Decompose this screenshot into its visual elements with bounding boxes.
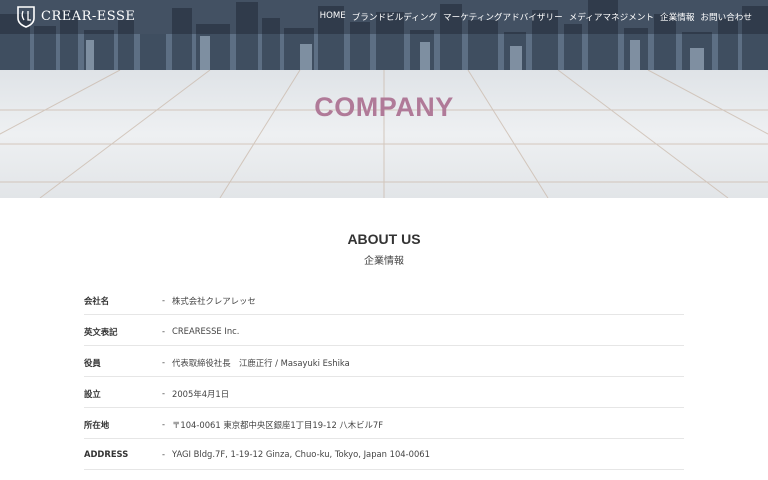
row-value: 代表取締役社長 江鹿正行 / Masayuki Eshika bbox=[172, 358, 350, 368]
table-row: ADDRESS - YAGI Bldg.7F, 1-19-12 Ginza, C… bbox=[84, 439, 684, 470]
row-label: ADDRESS bbox=[84, 449, 129, 459]
table-row: 英文表記 - CREARESSE Inc. bbox=[84, 315, 684, 346]
table-row: 所在地 - 〒104-0061 東京都中央区銀座1丁目19-12 八木ビル7F bbox=[84, 408, 684, 439]
row-value: 2005年4月1日 bbox=[172, 389, 230, 399]
row-label: 役員 bbox=[84, 358, 101, 368]
brand-logo[interactable]: CREAR-ESSE bbox=[16, 4, 135, 28]
nav-item-brand-building[interactable]: ブランドビルディング bbox=[352, 11, 437, 23]
section-subtitle: 企業情報 bbox=[364, 256, 404, 267]
row-separator: - bbox=[162, 388, 166, 398]
row-separator: - bbox=[162, 326, 166, 336]
row-separator: - bbox=[162, 295, 166, 305]
company-info-table: 会社名 - 株式会社クレアレッセ 英文表記 - CREARESSE Inc. 役… bbox=[84, 284, 684, 470]
row-separator: - bbox=[162, 449, 166, 459]
nav-item-company[interactable]: 企業情報 bbox=[660, 11, 694, 23]
marble-floor-image bbox=[0, 70, 768, 198]
row-label: 会社名 bbox=[84, 296, 110, 306]
row-value: YAGI Bldg.7F, 1-19-12 Ginza, Chuo-ku, To… bbox=[172, 449, 430, 459]
section-title: ABOUT US bbox=[347, 231, 421, 247]
hero-title: COMPANY bbox=[314, 92, 454, 122]
table-row: 設立 - 2005年4月1日 bbox=[84, 377, 684, 408]
row-value: 〒104-0061 東京都中央区銀座1丁目19-12 八木ビル7F bbox=[172, 420, 384, 430]
nav-item-home[interactable]: HOME bbox=[320, 11, 346, 23]
nav-item-marketing-advisory[interactable]: マーケティングアドバイザリー bbox=[443, 11, 563, 23]
row-label: 英文表記 bbox=[84, 327, 118, 337]
row-separator: - bbox=[162, 357, 166, 367]
row-separator: - bbox=[162, 419, 166, 429]
nav-item-media-management[interactable]: メディアマネジメント bbox=[569, 11, 654, 23]
header-bar: CREAR-ESSE HOME ブランドビルディング マーケティングアドバイザリ… bbox=[0, 0, 768, 34]
row-value: CREARESSE Inc. bbox=[172, 326, 240, 336]
crest-icon bbox=[17, 6, 35, 28]
main-nav: HOME ブランドビルディング マーケティングアドバイザリー メディアマネジメン… bbox=[320, 11, 752, 23]
brand-name: CREAR-ESSE bbox=[41, 8, 136, 24]
table-row: 役員 - 代表取締役社長 江鹿正行 / Masayuki Eshika bbox=[84, 346, 684, 377]
row-value: 株式会社クレアレッセ bbox=[172, 296, 256, 306]
row-label: 所在地 bbox=[84, 420, 110, 430]
hero-banner: CREAR-ESSE HOME ブランドビルディング マーケティングアドバイザリ… bbox=[0, 0, 768, 198]
table-row: 会社名 - 株式会社クレアレッセ bbox=[84, 284, 684, 315]
nav-item-contact[interactable]: お問い合わせ bbox=[700, 11, 752, 23]
row-label: 設立 bbox=[84, 389, 101, 399]
